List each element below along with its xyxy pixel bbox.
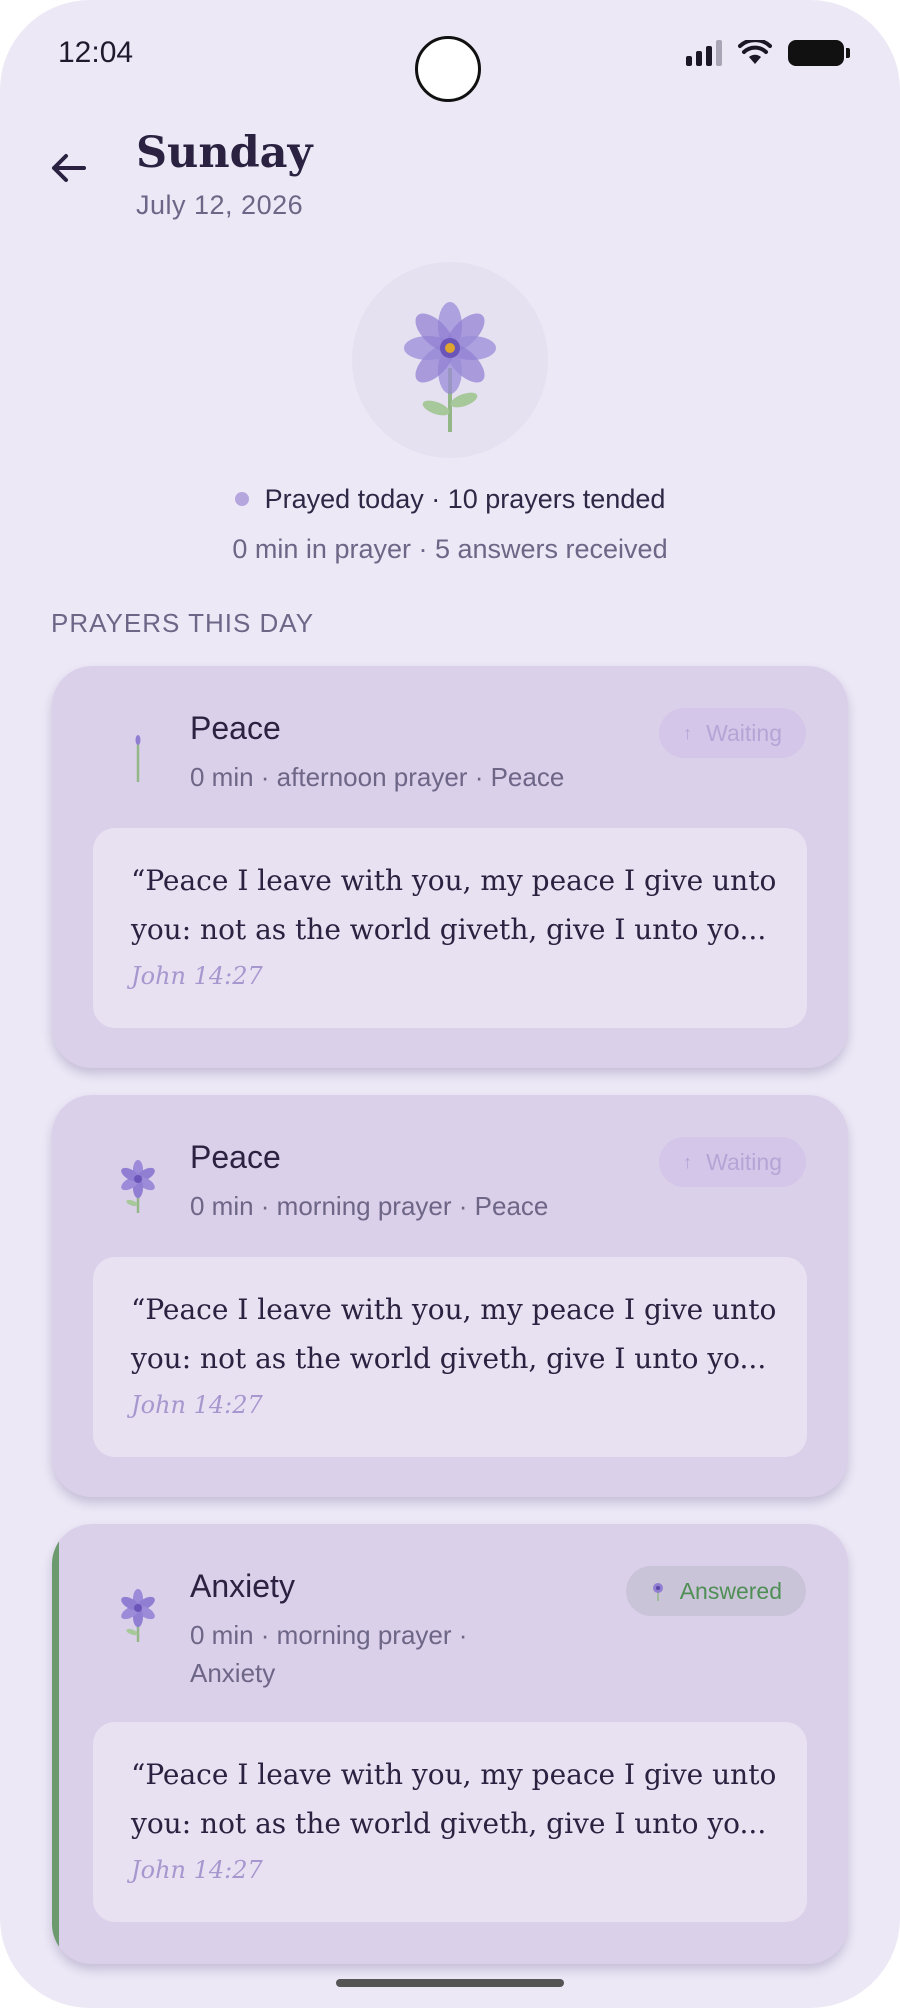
prayer-title: Anxiety [190,1568,295,1604]
section-title: PRAYERS THIS DAY [51,608,315,638]
verse-text: “Peace I leave with you, my peace I give… [131,864,777,946]
status-icons [686,40,850,66]
summary-line-2: 0 min in prayer · 5 answers received [232,534,668,564]
flower-icon [121,1589,155,1642]
prayer-card[interactable]: Peace 0 min · morning prayer · Peace ↑ W… [52,1095,848,1497]
prayer-card[interactable]: Peace 0 min · afternoon prayer · Peace ↑… [52,666,848,1068]
status-time: 12:04 [58,36,134,69]
summary-line-1: Prayed today · 10 prayers tended [0,484,900,515]
summary-text: Prayed today · 10 prayers tended [264,484,666,514]
page-title: Sunday [136,128,313,178]
battery-icon [788,40,850,66]
arrow-up-icon: ↑ [683,1151,693,1172]
verse-box: “Peace I leave with you, my peace I give… [93,1257,807,1457]
phone-screen: 12:04 Sunday July 12, 2026 Prayed today … [0,0,900,2008]
page-date: July 12, 2026 [136,190,304,220]
home-indicator[interactable] [336,1979,564,1987]
verse-reference: John 14:27 [131,1856,263,1884]
prayer-card[interactable]: Anxiety 0 min · morning prayer · Anxiety… [52,1524,848,1964]
prayer-meta: 0 min · morning prayer · Anxiety [190,1620,468,1688]
sprout-icon [135,735,141,782]
verse-box: “Peace I leave with you, my peace I give… [93,828,807,1028]
flower-icon [404,302,496,432]
verse-box: “Peace I leave with you, my peace I give… [93,1722,807,1922]
flower-icon [652,1583,663,1601]
hero-flower [352,262,548,458]
status-label: Waiting [706,1148,782,1175]
status-label: Answered [679,1577,782,1604]
verse-reference: John 14:27 [131,962,263,990]
arrow-up-icon: ↑ [683,722,693,743]
prayer-meta: 0 min · afternoon prayer · Peace [190,762,565,792]
status-dot [234,491,249,506]
prayer-meta: 0 min · morning prayer · Peace [190,1191,549,1221]
signal-icon [686,40,722,66]
status-badge: Answered [625,1566,806,1616]
wifi-icon [738,40,772,64]
back-arrow-icon[interactable] [48,148,88,188]
camera-cutout [415,36,481,102]
verse-text: “Peace I leave with you, my peace I give… [131,1293,777,1375]
verse-reference: John 14:27 [131,1391,263,1419]
status-badge: ↑ Waiting [659,1137,806,1187]
flower-icon [121,1160,155,1213]
prayer-title: Peace [190,1139,281,1175]
prayer-title: Peace [190,710,281,746]
status-badge: ↑ Waiting [659,708,806,758]
status-label: Waiting [706,719,782,746]
verse-text: “Peace I leave with you, my peace I give… [131,1758,777,1840]
